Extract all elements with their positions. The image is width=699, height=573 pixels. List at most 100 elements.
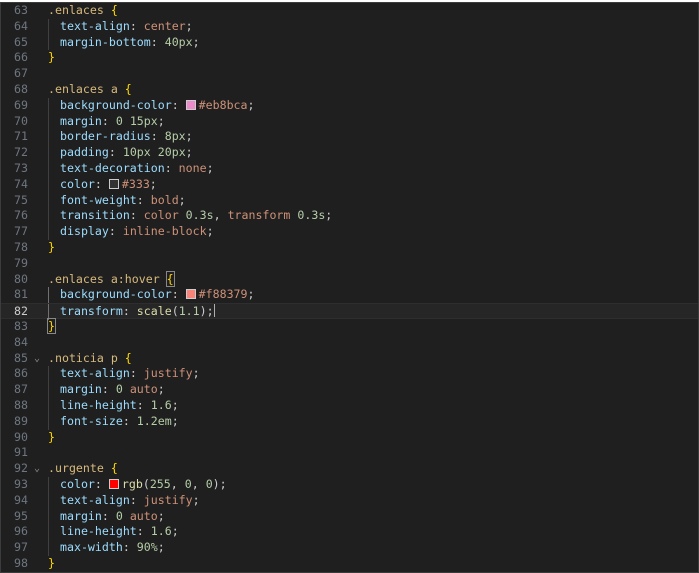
- code-content: color: #333;: [48, 177, 157, 193]
- indent-guide: [48, 161, 60, 177]
- code-token: line-height: [60, 524, 137, 539]
- code-line[interactable]: 89 font-size: 1.2em;: [1, 414, 698, 430]
- code-token: padding: [60, 145, 109, 160]
- code-token: rgb: [121, 476, 143, 491]
- code-content: .enlaces a {: [48, 82, 132, 98]
- code-line[interactable]: 66}: [1, 50, 698, 66]
- indent-guide: [48, 177, 60, 193]
- line-number: 83: [14, 318, 28, 333]
- code-token: max-width: [60, 540, 123, 555]
- code-line[interactable]: 73 text-decoration: none;: [1, 161, 698, 177]
- code-content: }: [48, 556, 55, 572]
- line-number: 70: [14, 113, 28, 128]
- code-token: margin: [60, 508, 102, 523]
- code-content: line-height: 1.6;: [48, 524, 179, 540]
- code-content: transition: color 0.3s, transform 0.3s;: [48, 208, 332, 224]
- code-token: ;: [325, 208, 333, 223]
- code-token: color: [60, 476, 95, 491]
- color-swatch-icon[interactable]: [185, 99, 196, 110]
- code-line[interactable]: 81 background-color: #f88379;: [1, 287, 698, 303]
- code-line[interactable]: 90}: [1, 430, 698, 446]
- fold-chevron-icon[interactable]: ⌄: [34, 461, 44, 477]
- line-number: 82: [14, 304, 28, 319]
- code-line[interactable]: 83}: [1, 317, 698, 335]
- code-token: :: [108, 145, 123, 160]
- code-token: 0.3s: [297, 208, 326, 223]
- code-token: 0: [205, 476, 213, 491]
- code-line[interactable]: 91: [1, 445, 698, 461]
- code-content: }: [48, 430, 55, 446]
- line-number: 64: [14, 18, 28, 33]
- code-line[interactable]: 94 text-align: justify;: [1, 493, 698, 509]
- code-line[interactable]: 75 font-weight: bold;: [1, 193, 698, 209]
- code-line[interactable]: 79: [1, 256, 698, 272]
- code-line[interactable]: 76 transition: color 0.3s, transform 0.3s…: [1, 208, 698, 224]
- code-line[interactable]: 95 margin: 0 auto;: [1, 509, 698, 525]
- code-line[interactable]: 63 .enlaces {: [1, 3, 698, 19]
- code-token: justify: [143, 492, 193, 507]
- text-cursor: [213, 304, 215, 318]
- code-line[interactable]: 71 border-radius: 8px;: [1, 129, 698, 145]
- code-token: :: [150, 34, 165, 49]
- code-token: scale: [136, 304, 172, 319]
- code-token: margin: [60, 113, 102, 128]
- code-line[interactable]: 72 padding: 10px 20px;: [1, 145, 698, 161]
- line-number: 68: [14, 81, 28, 96]
- code-token: justify: [143, 366, 193, 381]
- code-line[interactable]: 67: [1, 66, 698, 82]
- indent-guide: [48, 509, 60, 525]
- line-number: 95: [14, 508, 28, 523]
- indent-guide: [48, 129, 60, 145]
- code-content: .enlaces {: [48, 3, 118, 19]
- code-token: }: [48, 429, 55, 444]
- code-line[interactable]: 82 transform: scale(1.1);: [1, 303, 698, 319]
- code-line[interactable]: 85 ⌄ .noticia p {: [1, 351, 698, 367]
- code-line[interactable]: 64 text-align: center;: [1, 19, 698, 35]
- color-swatch-icon[interactable]: [185, 289, 196, 300]
- code-token: }: [48, 239, 55, 254]
- indent-guide: [48, 35, 60, 51]
- line-number: 73: [14, 160, 28, 175]
- code-line[interactable]: 74 color: #333;: [1, 177, 698, 193]
- code-token: :: [101, 113, 116, 128]
- code-content: line-height: 1.6;: [48, 398, 179, 414]
- code-editor[interactable]: 63 .enlaces {64 text-align: center; 65 margi…: [0, 2, 699, 573]
- code-token: .noticia p: [48, 350, 125, 365]
- code-line[interactable]: 86 text-align: justify;: [1, 366, 698, 382]
- code-line[interactable]: 87 margin: 0 auto;: [1, 382, 698, 398]
- code-content: }: [48, 50, 55, 66]
- code-line[interactable]: 88 line-height: 1.6;: [1, 398, 698, 414]
- code-content: background-color: #eb8bca;: [48, 98, 255, 114]
- code-token: ,: [170, 476, 185, 491]
- code-line[interactable]: 93 color: rgb(255, 0, 0);: [1, 477, 698, 493]
- indent-guide: [48, 524, 60, 540]
- code-line[interactable]: 97 max-width: 90%;: [1, 540, 698, 556]
- code-line[interactable]: 98}: [1, 556, 698, 572]
- code-token: color: [143, 208, 186, 223]
- indent-guide: [48, 477, 60, 493]
- code-line[interactable]: 80 .enlaces a:hover {: [1, 270, 698, 288]
- code-token: 0.3s: [185, 208, 214, 223]
- fold-chevron-icon[interactable]: ⌄: [34, 351, 44, 367]
- color-swatch-icon[interactable]: [108, 478, 119, 489]
- code-line[interactable]: 70 margin: 0 15px;: [1, 114, 698, 130]
- code-content: padding: 10px 20px;: [48, 145, 193, 161]
- code-line[interactable]: 65 margin-bottom: 40px;: [1, 35, 698, 51]
- indent-guide: [48, 114, 60, 130]
- code-token: ;: [171, 397, 179, 412]
- code-line[interactable]: 84: [1, 335, 698, 351]
- indent-guide: [48, 224, 60, 240]
- code-line[interactable]: 69 background-color: #eb8bca;: [1, 98, 698, 114]
- code-token: 90%: [136, 540, 158, 555]
- code-lines[interactable]: 63 .enlaces {64 text-align: center; 65 margi…: [1, 3, 698, 572]
- code-line[interactable]: 96 line-height: 1.6;: [1, 524, 698, 540]
- code-line[interactable]: 68 .enlaces a {: [1, 82, 698, 98]
- line-number: 86: [14, 366, 28, 381]
- code-content: font-weight: bold;: [48, 193, 186, 209]
- code-line[interactable]: 77 display: inline-block;: [1, 224, 698, 240]
- code-line[interactable]: 92 ⌄ .urgente {: [1, 461, 698, 477]
- code-token: :: [136, 192, 151, 207]
- color-swatch-icon[interactable]: [108, 178, 119, 189]
- code-line[interactable]: 78}: [1, 240, 698, 256]
